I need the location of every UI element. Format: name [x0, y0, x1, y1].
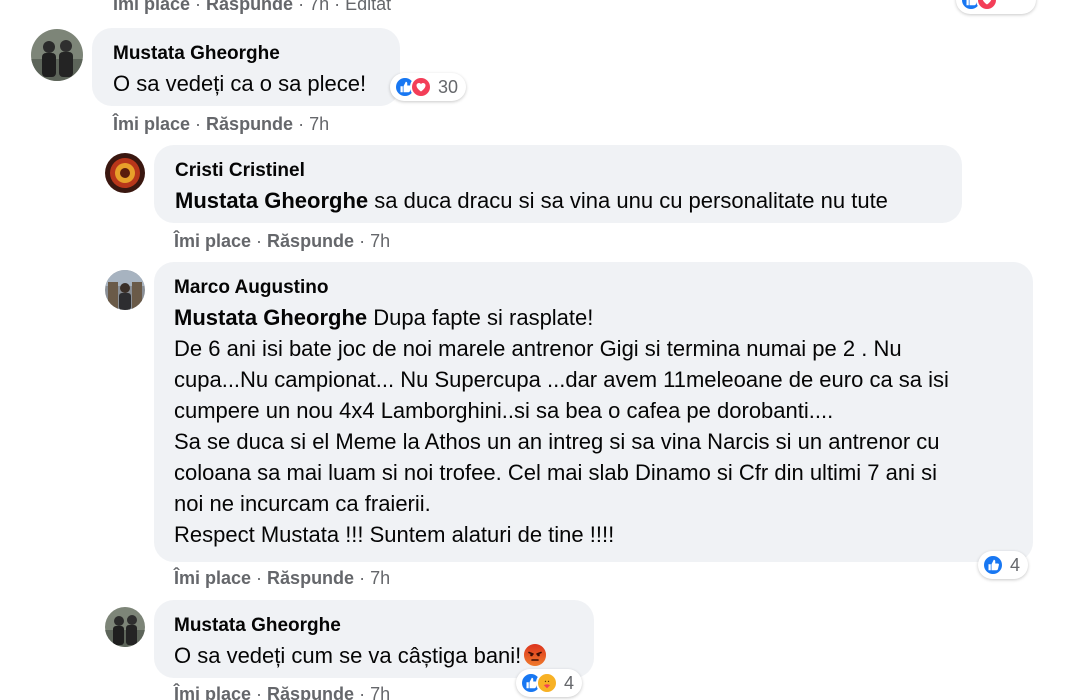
care-icon	[536, 672, 558, 694]
comment-author[interactable]: Mustata Gheorghe	[113, 42, 400, 66]
like-action[interactable]: Îmi place	[113, 114, 190, 134]
angry-face-emoji	[523, 643, 547, 667]
comment-author[interactable]: Marco Augustino	[174, 276, 1033, 300]
edited-label: Editat	[345, 0, 392, 14]
comment-body: Dupa fapte si rasplate!	[367, 305, 594, 330]
comment-actions: Îmi place · Răspunde · 7h	[113, 114, 330, 134]
avatar[interactable]	[105, 270, 145, 310]
reaction-count: 4	[564, 672, 575, 693]
like-action[interactable]: Îmi place	[174, 684, 251, 700]
comment-text: Mustata Gheorghe Dupa fapte si rasplate!…	[174, 302, 1033, 550]
comment-actions: Îmi place · Răspunde · 7h	[174, 231, 391, 251]
comment-body: sa duca dracu si sa vina unu cu personal…	[368, 188, 888, 213]
love-icon	[410, 76, 432, 98]
comment-bubble: Mustata Gheorghe O sa vedeți ca o sa ple…	[92, 28, 400, 106]
love-icon	[976, 0, 998, 11]
comment-time[interactable]: 7h	[370, 231, 390, 251]
comment-bubble: Marco Augustino Mustata Gheorghe Dupa fa…	[154, 262, 1033, 562]
comment-author[interactable]: Cristi Cristinel	[175, 159, 962, 183]
comment-line: cumpere un nou 4x4 Lamborghini..si sa be…	[174, 398, 834, 423]
comment-actions: Îmi place · Răspunde · 7h	[174, 684, 390, 700]
comment-line: Mustata Gheorghe Dupa fapte si rasplate!	[174, 302, 1033, 333]
reaction-count: 4	[1010, 554, 1021, 575]
comments-thread: Îmi place · Răspunde · 7h · Editat Mustata Ghe…	[0, 0, 1072, 700]
reply-action[interactable]: Răspunde	[267, 231, 354, 251]
comment-text: O sa vedeți cum se va câștiga bani!	[174, 640, 594, 671]
comment-line: Sa se duca si el Meme la Athos un an int…	[174, 429, 940, 454]
reply-action[interactable]: Răspunde	[206, 0, 293, 14]
avatar[interactable]	[105, 607, 145, 647]
comment-line: Respect Mustata !!! Suntem alaturi de ti…	[174, 522, 615, 547]
like-action[interactable]: Îmi place	[113, 0, 190, 14]
comment-bubble: Cristi Cristinel Mustata Gheorghe sa duc…	[154, 145, 962, 223]
avatar[interactable]	[31, 29, 83, 81]
reaction-count: 30	[438, 76, 459, 97]
comment-line: coloana sa mai luam si noi trofee. Cel m…	[174, 460, 937, 485]
comment-line: De 6 ani isi bate joc de noi marele antr…	[174, 336, 902, 361]
comment-time[interactable]: 7h	[370, 684, 390, 700]
comment-actions-previous: Îmi place · Răspunde · 7h · Editat	[113, 0, 391, 15]
avatar[interactable]	[105, 153, 145, 193]
reaction-summary[interactable]: 4	[978, 551, 1029, 579]
comment-author[interactable]: Mustata Gheorghe	[174, 614, 594, 638]
comment-time[interactable]: 7h	[370, 568, 390, 588]
comment-actions: Îmi place · Răspunde · 7h	[174, 568, 391, 588]
comment-text: Mustata Gheorghe sa duca dracu si sa vin…	[175, 185, 962, 216]
tagged-user[interactable]: Mustata Gheorghe	[175, 188, 368, 213]
comment-bubble: Mustata Gheorghe O sa vedeți cum se va c…	[154, 600, 594, 678]
reaction-summary[interactable]: 4	[516, 669, 583, 697]
tagged-user[interactable]: Mustata Gheorghe	[174, 305, 367, 330]
reply-action[interactable]: Răspunde	[206, 114, 293, 134]
like-action[interactable]: Îmi place	[174, 568, 251, 588]
comment-body: O sa vedeți cum se va câștiga bani!	[174, 643, 522, 668]
comment-text: O sa vedeți ca o sa plece!	[113, 71, 367, 96]
reaction-summary-previous[interactable]	[956, 0, 1036, 14]
comment-time[interactable]: 7h	[309, 0, 329, 14]
comment-line: cupa...Nu campionat... Nu Supercupa ...d…	[174, 367, 949, 392]
comment-time[interactable]: 7h	[309, 114, 329, 134]
like-action[interactable]: Îmi place	[174, 231, 251, 251]
comment-line: noi ne incurcam ca fraierii.	[174, 491, 431, 516]
like-icon	[982, 554, 1004, 576]
reaction-summary[interactable]: 30	[390, 73, 467, 101]
reply-action[interactable]: Răspunde	[267, 568, 354, 588]
reply-action[interactable]: Răspunde	[267, 684, 354, 700]
